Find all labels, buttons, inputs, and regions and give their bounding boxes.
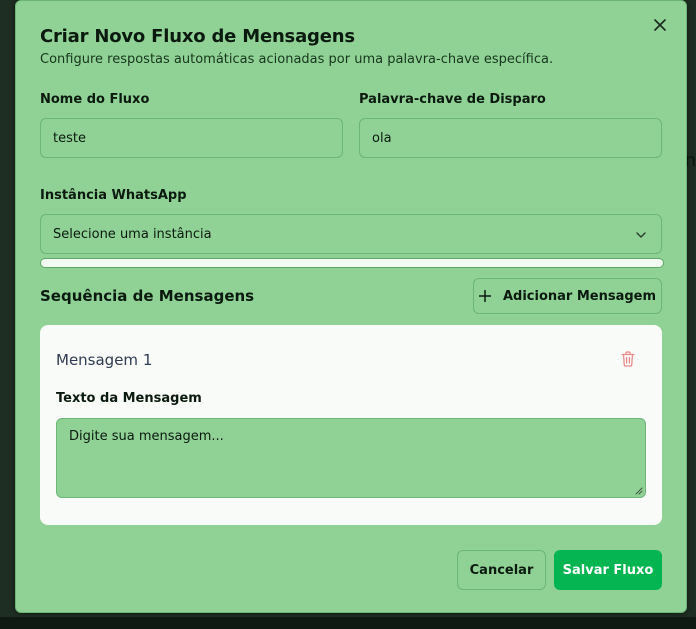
instance-label: Instância WhatsApp (40, 188, 187, 203)
flow-name-value: teste (53, 130, 86, 146)
flow-name-label: Nome do Fluxo (40, 92, 150, 107)
save-label: Salvar Fluxo (562, 562, 654, 578)
message-card: Mensagem 1 Texto da Mensagem Digite sua … (40, 325, 662, 525)
keyword-value: ola (372, 130, 392, 146)
instance-select[interactable]: Selecione uma instância (40, 214, 662, 254)
backdrop-bottom-strip (0, 617, 696, 629)
resize-handle-icon[interactable] (635, 487, 643, 495)
cancel-button[interactable]: Cancelar (457, 550, 546, 590)
dialog-subtitle: Configure respostas automáticas acionada… (40, 52, 554, 67)
delete-message-button[interactable] (621, 351, 635, 372)
save-flow-button[interactable]: Salvar Fluxo (554, 550, 662, 590)
instance-options-bar (40, 258, 664, 268)
message-text-label: Texto da Mensagem (56, 391, 202, 406)
plus-icon (478, 290, 491, 302)
chevron-down-icon (636, 232, 646, 238)
keyword-input[interactable]: ola (359, 118, 662, 158)
add-message-button[interactable]: Adicionar Mensagem (473, 278, 662, 314)
close-button[interactable] (650, 15, 670, 35)
dialog-title: Criar Novo Fluxo de Mensagens (40, 26, 355, 47)
create-flow-dialog: Criar Novo Fluxo de Mensagens Configure … (15, 0, 687, 613)
message-textarea-placeholder: Digite sua mensagem... (69, 429, 224, 444)
message-textarea[interactable]: Digite sua mensagem... (56, 418, 646, 498)
cancel-label: Cancelar (469, 562, 534, 578)
keyword-label: Palavra-chave de Disparo (359, 92, 546, 107)
message-card-title: Mensagem 1 (56, 351, 153, 369)
trash-icon (621, 351, 635, 367)
sequence-title: Sequência de Mensagens (40, 287, 255, 305)
add-message-label: Adicionar Mensagem (502, 288, 657, 304)
close-icon (654, 19, 666, 31)
instance-select-value: Selecione uma instância (53, 226, 212, 242)
flow-name-input[interactable]: teste (40, 118, 343, 158)
